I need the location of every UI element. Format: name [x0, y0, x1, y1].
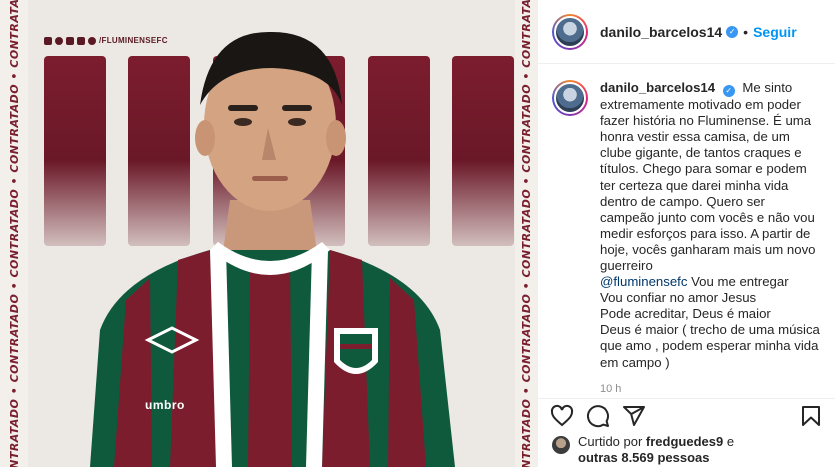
bookmark-icon[interactable] — [799, 404, 823, 428]
caption-line: Pode acreditar, Deus é maior — [600, 306, 771, 322]
caption-line: Vou confiar no amor Jesus — [600, 290, 757, 306]
post-header: danilo_barcelos14 ✓ • Seguir — [538, 0, 835, 64]
avatar-image — [554, 15, 586, 48]
heart-icon[interactable] — [550, 404, 574, 428]
facebook-icon — [44, 36, 52, 45]
action-bar — [538, 398, 835, 432]
caption-username[interactable]: danilo_barcelos14 — [600, 80, 715, 95]
side-strip-left: CONTRATADO • CONTRATADO • CONTRATADO • C… — [0, 0, 28, 467]
side-strip-right: CONTRATADO • CONTRATADO • CONTRATADO • C… — [515, 0, 537, 467]
likes-text: Curtido por fredguedes9 e outras 8.569 p… — [578, 434, 734, 466]
caption-text-after-mention: Vou me entregar — [687, 274, 789, 290]
liker-avatar[interactable] — [552, 436, 570, 454]
avatar[interactable] — [552, 80, 588, 116]
caption-mention-link[interactable]: @fluminensefc — [600, 274, 687, 289]
caption-line: Deus é maior ( trecho de uma música que … — [600, 322, 820, 370]
post-image[interactable]: CONTRATADO • CONTRATADO • CONTRATADO • C… — [0, 0, 537, 467]
header-separator: • — [743, 23, 749, 40]
likes-prefix: Curtido por — [578, 434, 646, 449]
follow-button[interactable]: Seguir — [753, 24, 797, 40]
caption: danilo_barcelos14 ✓ Me sinto extremament… — [552, 80, 821, 371]
likes-middle: e — [723, 434, 735, 449]
side-strip-text: CONTRATADO • CONTRATADO • CONTRATADO • C… — [7, 0, 21, 467]
verified-badge-icon: ✓ — [726, 25, 739, 38]
avatar[interactable] — [552, 13, 588, 50]
kit-brand-text: umbro — [145, 398, 185, 412]
avatar-image — [554, 82, 586, 114]
header-username[interactable]: danilo_barcelos14 — [600, 24, 722, 40]
caption-text: danilo_barcelos14 ✓ Me sinto extremament… — [600, 80, 821, 371]
share-icon[interactable] — [622, 404, 646, 428]
player-figure — [90, 31, 455, 467]
verified-badge-icon: ✓ — [722, 85, 735, 98]
liker-username[interactable]: fredguedes9 — [646, 434, 723, 449]
comment-icon[interactable] — [586, 404, 610, 428]
post-sidebar: danilo_barcelos14 ✓ • Seguir danilo_barc… — [537, 0, 835, 467]
likes-others-link[interactable]: outras 8.569 pessoas — [578, 450, 710, 465]
likes-summary: Curtido por fredguedes9 e outras 8.569 p… — [552, 434, 825, 466]
post-timestamp[interactable]: 10 h — [600, 383, 821, 395]
caption-text-main: Me sinto extremamente motivado em poder … — [600, 80, 816, 273]
instagram-post: CONTRATADO • CONTRATADO • CONTRATADO • C… — [0, 0, 835, 467]
side-strip-text: CONTRATADO • CONTRATADO • CONTRATADO • C… — [519, 0, 533, 467]
